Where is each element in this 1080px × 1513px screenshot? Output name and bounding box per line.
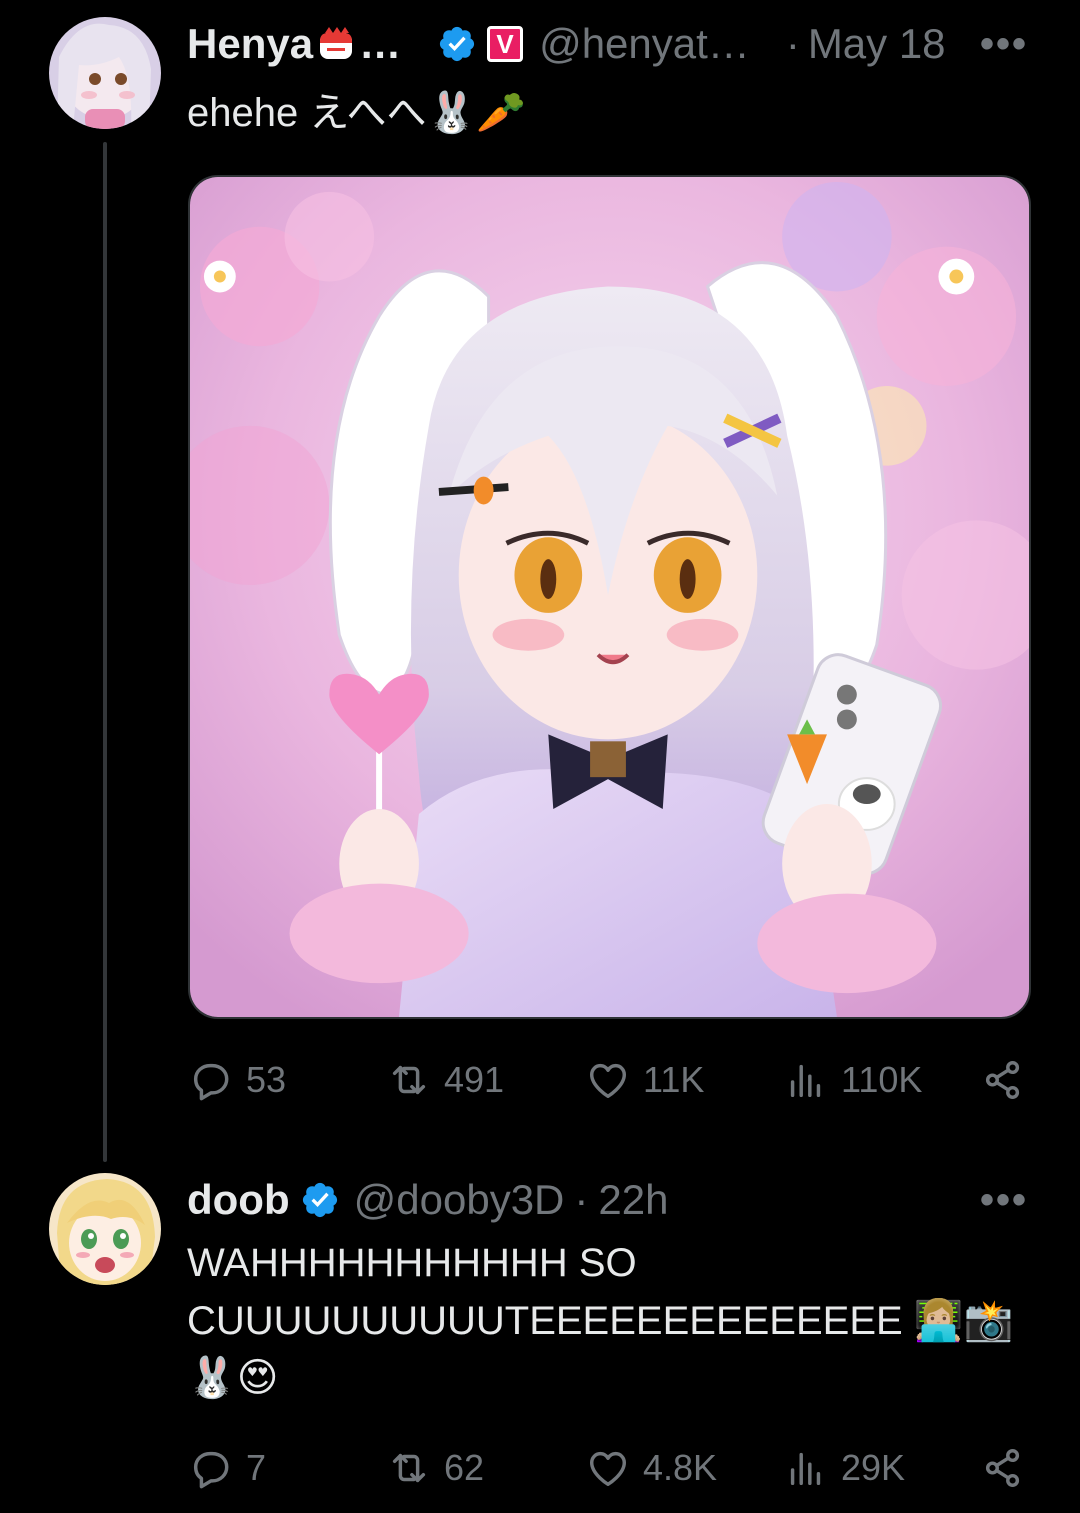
thread-view: Henya … V @henyat… · May 18 ••• ehehe えへ…	[0, 0, 1080, 1513]
calendar-emoji-icon	[320, 27, 353, 59]
post2-like-count: 4.8K	[643, 1447, 718, 1488]
post2-more-button[interactable]: •••	[980, 1178, 1028, 1223]
post2-display-name[interactable]: doob	[187, 1176, 290, 1224]
post2-reply-count: 7	[246, 1447, 267, 1488]
like-icon	[589, 1063, 627, 1099]
post2-repost-button[interactable]: 62	[386, 1438, 484, 1498]
post2-share-button[interactable]	[980, 1438, 1026, 1498]
post1-text: ehehe えへへ🐰🥕	[187, 91, 527, 135]
post2-text-line2: CUUUUUUUUUUTEEEEEEEEEEEEEE 👩🏼‍💻📸	[187, 1299, 1014, 1343]
post2-handle[interactable]: @dooby3D	[354, 1176, 565, 1224]
post2-text-line3: 🐰😍	[187, 1356, 279, 1400]
affiliate-badge[interactable]: V	[487, 26, 524, 62]
post1-reply-count: 53	[246, 1059, 287, 1100]
post1-more-button[interactable]: •••	[980, 22, 1028, 67]
post1-repost-count: 491	[444, 1059, 505, 1100]
like-icon	[589, 1451, 627, 1487]
post1-handle[interactable]: @henyat…	[539, 20, 750, 68]
post2-like-button[interactable]: 4.8K	[585, 1438, 717, 1498]
post2-repost-count: 62	[444, 1447, 485, 1488]
post2-text-line1: WAHHHHHHHHHHH SO	[187, 1241, 637, 1285]
post1-display-name[interactable]: Henya	[187, 20, 313, 68]
post1-repost-button[interactable]: 491	[386, 1050, 504, 1110]
views-icon	[790, 1452, 821, 1486]
post2-action-bar: 7 62 4.8K 29K	[188, 1438, 1028, 1498]
repost-icon	[392, 1065, 426, 1095]
post2-view-count: 29K	[841, 1447, 906, 1488]
reply-icon	[193, 1063, 229, 1101]
post1-media-image[interactable]	[188, 175, 1031, 1019]
post2-header: doob @dooby3D · 22h	[187, 1170, 668, 1230]
repost-icon	[392, 1453, 426, 1483]
post2-reply-button[interactable]: 7	[188, 1438, 266, 1498]
post1-separator: ·	[785, 20, 800, 67]
post1-share-button[interactable]	[980, 1050, 1026, 1110]
post1-views-button[interactable]: 110K	[783, 1050, 922, 1110]
verified-icon[interactable]	[300, 1180, 340, 1220]
post2-views-button[interactable]: 29K	[783, 1438, 905, 1498]
verified-icon[interactable]	[437, 24, 477, 64]
share-icon	[985, 1061, 1020, 1099]
avatar-henya[interactable]	[49, 17, 161, 129]
post1-view-count: 110K	[841, 1059, 923, 1100]
reply-icon	[193, 1451, 229, 1489]
post1-like-count: 11K	[643, 1059, 705, 1100]
post1-header: Henya … V @henyat… · May 18	[187, 14, 946, 74]
post2-separator: ·	[574, 1176, 589, 1223]
post1-reply-button[interactable]: 53	[188, 1050, 286, 1110]
post1-name-ellipsis: …	[359, 20, 402, 67]
views-icon	[790, 1064, 821, 1098]
post1-date[interactable]: May 18	[808, 20, 946, 68]
post2-time[interactable]: 22h	[598, 1176, 668, 1224]
avatar-doob[interactable]	[49, 1173, 161, 1285]
thread-connector-line	[103, 142, 107, 1162]
post1-like-button[interactable]: 11K	[585, 1050, 704, 1110]
share-icon	[985, 1449, 1020, 1487]
post1-action-bar: 53 491 11K 110K	[188, 1050, 1028, 1110]
